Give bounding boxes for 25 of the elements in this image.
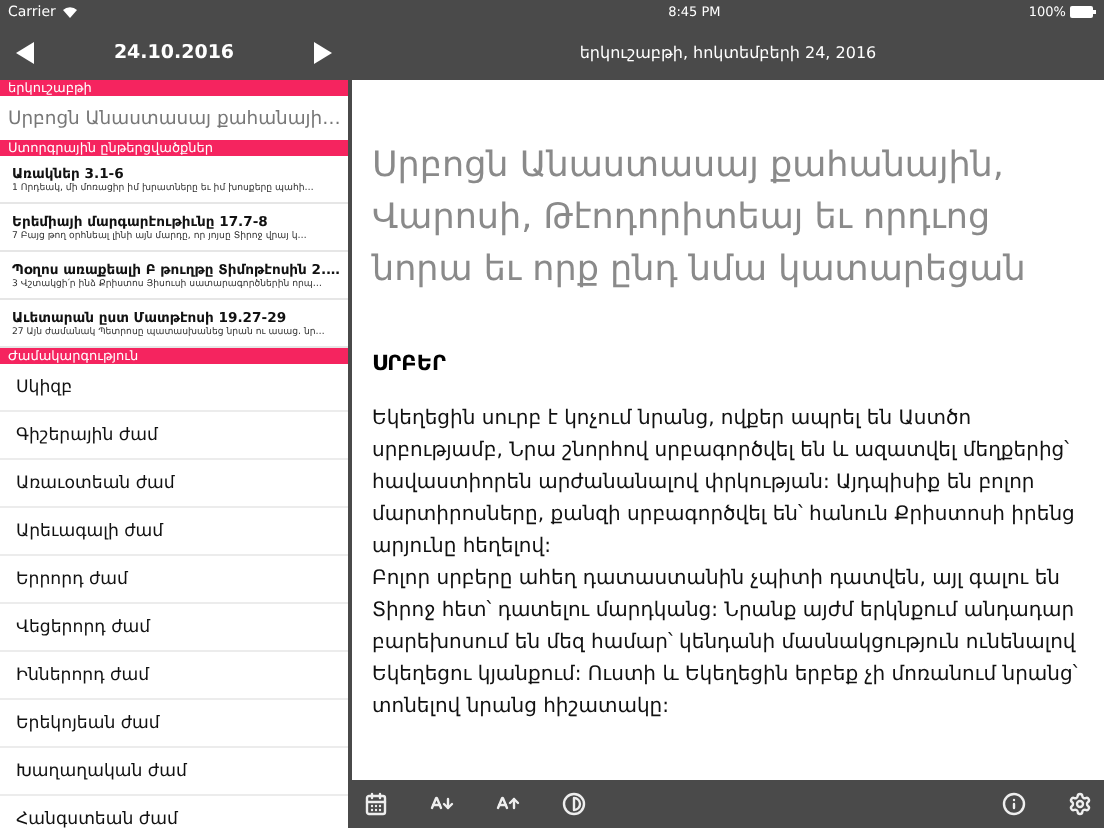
section-heading: ՍՐԲԵՐ bbox=[372, 352, 448, 376]
hour-item[interactable]: Գիշերային ժամ bbox=[0, 412, 348, 460]
wifi-icon bbox=[61, 6, 78, 18]
hour-item[interactable]: Խաղաղական ժամ bbox=[0, 748, 348, 796]
info-icon[interactable] bbox=[1002, 792, 1026, 816]
next-day-button[interactable] bbox=[313, 41, 332, 63]
hour-item[interactable]: Սկիզբ bbox=[0, 364, 348, 412]
hour-item[interactable]: Երեկոյեան ժամ bbox=[0, 700, 348, 748]
contrast-icon[interactable] bbox=[562, 792, 586, 816]
hour-item[interactable]: Վեցերորդ ժամ bbox=[0, 604, 348, 652]
hour-item[interactable]: Առաւօտեան ժամ bbox=[0, 460, 348, 508]
hour-item[interactable]: Երրորդ ժամ bbox=[0, 556, 348, 604]
calendar-icon[interactable] bbox=[364, 792, 388, 816]
hour-item[interactable]: Իններորդ ժամ bbox=[0, 652, 348, 700]
hour-item[interactable]: Արեւագալի ժամ bbox=[0, 508, 348, 556]
hour-item[interactable]: Հանգստեան ժամ bbox=[0, 796, 348, 828]
previous-day-button[interactable] bbox=[16, 41, 34, 63]
body-paragraph: Բոլոր սրբերը ահեղ դատաստանին չպիտի դատվեն, այլ գալու են Տիրոջ հետ՝ դատելու մարդկանց: Նրանք այժմ երկնքում անդադար բարեխոսում են մեզ համար՝ կենդանի մասնակցություն ունենալով Եկեղեցու կյանքում: Ուստի և Եկեղեցին երբեք չի մոռանում նրանց՝ տոնելով նրանց հիշատակը: bbox=[372, 566, 1080, 722]
feast-title: Սրբոցն Անաստասայ քահանային, Վարոսի, Թէոդորիտեայ եւ որդւոց նորա եւ որք ընդ նմա կատարեցան bbox=[372, 144, 1028, 294]
date-label: 24.10.2016 bbox=[113, 41, 235, 63]
body-paragraph: Եկեղեցին սուրբ է կոչում նրանց, ովքեր ապրել են Աստծո սրբությամբ, Նրա շնորհով սրբագործվել են և ազատվել մեղքերից՝ հավաստիորեն արժանանալով փրկության: Այդպիսիք են բոլոր մարտիրոսները, քանզի սրբագործվել են՝ հանուն Քրիստոսի իրենց արյունը հեղելով: bbox=[372, 406, 1077, 562]
battery-icon bbox=[1069, 6, 1096, 18]
settings-icon[interactable] bbox=[1068, 792, 1092, 816]
feast-item[interactable]: Սրբոցն Անաստասայ քահանայի… bbox=[0, 96, 348, 140]
page-title: երկուշաբթի, հոկտեմբերի 24, 2016 bbox=[579, 43, 877, 61]
